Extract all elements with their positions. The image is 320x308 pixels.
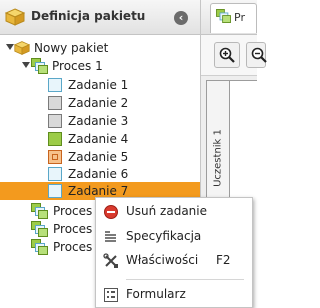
tree-task-label: Zadanie 1: [68, 78, 129, 92]
task-icon: [48, 114, 62, 128]
subprocess-task-icon: [48, 150, 62, 164]
swimlane-label: Uczestnik 1: [212, 129, 224, 187]
menu-item-shortcut: F2: [216, 253, 231, 267]
tree-process-label: Proces 1: [52, 59, 103, 73]
form-icon: [103, 287, 119, 303]
tree-process[interactable]: Proces 1: [22, 57, 197, 75]
task-icon: [48, 167, 62, 181]
tree-root[interactable]: Nowy pakiet: [6, 39, 196, 57]
tree-task-label: Zadanie 2: [68, 96, 129, 110]
panel-header: Definicja pakietu ‹: [0, 0, 200, 35]
process-icon: [31, 58, 48, 74]
tree-task[interactable]: Zadanie 2: [48, 94, 198, 112]
tree-task[interactable]: Zadanie 3: [48, 112, 198, 130]
zoom-in-button[interactable]: [214, 42, 240, 68]
menu-item-specification[interactable]: Specyfikacja: [96, 226, 252, 248]
package-icon: [13, 40, 31, 56]
document-icon: [103, 229, 119, 245]
tree-task[interactable]: Zadanie 5: [48, 148, 198, 166]
tab-label: Pr: [234, 11, 245, 24]
zoom-in-icon: [219, 47, 235, 66]
tree-process[interactable]: Proces: [31, 202, 101, 220]
tree-task-label: Zadanie 5: [68, 150, 129, 164]
tree-process-label: Proces: [53, 204, 93, 218]
expand-icon[interactable]: [22, 62, 30, 68]
task-icon: [48, 184, 62, 198]
panel-title: Definicja pakietu: [31, 9, 146, 23]
tools-icon: [103, 253, 119, 269]
menu-separator: [126, 279, 244, 280]
tree-process[interactable]: Proces: [31, 238, 101, 256]
menu-item-form[interactable]: Formularz: [96, 284, 252, 306]
tree-task-label: Zadanie 3: [68, 114, 129, 128]
menu-item-label: Usuń zadanie: [126, 204, 208, 218]
task-icon: [48, 96, 62, 110]
tree-task[interactable]: Zadanie 6: [48, 165, 198, 183]
tree-task[interactable]: Zadanie 1: [48, 76, 198, 94]
menu-item-label: Formularz: [126, 287, 186, 301]
menu-item-label: Specyfikacja: [126, 229, 202, 243]
tree-process[interactable]: Proces: [31, 220, 101, 238]
menu-item-delete-task[interactable]: Usuń zadanie: [96, 201, 252, 223]
expand-icon[interactable]: [6, 44, 14, 50]
process-icon: [31, 239, 48, 255]
menu-item-properties[interactable]: Właściwości F2: [96, 250, 252, 272]
zoom-out-icon: [251, 47, 267, 66]
context-menu: Usuń zadanie Specyfikacja Właściwości F2: [95, 197, 253, 308]
chevron-left-icon[interactable]: ‹: [174, 11, 188, 25]
process-icon: [216, 9, 231, 26]
package-icon: [4, 8, 26, 29]
tree-task-label: Zadanie 6: [68, 167, 129, 181]
tree-task-label: Zadanie 4: [68, 132, 129, 146]
task-icon: [48, 78, 62, 92]
tree-task[interactable]: Zadanie 4: [48, 130, 198, 148]
process-icon: [31, 221, 48, 237]
process-icon: [31, 203, 48, 219]
tree-root-label: Nowy pakiet: [34, 41, 109, 55]
menu-item-label: Właściwości: [126, 253, 199, 267]
tree-process-label: Proces: [53, 240, 93, 254]
task-icon: [48, 132, 62, 146]
zoom-out-button[interactable]: [246, 42, 267, 68]
tree-process-label: Proces: [53, 222, 93, 236]
delete-icon: [103, 204, 119, 220]
tab-process-editor[interactable]: Pr: [210, 3, 257, 33]
